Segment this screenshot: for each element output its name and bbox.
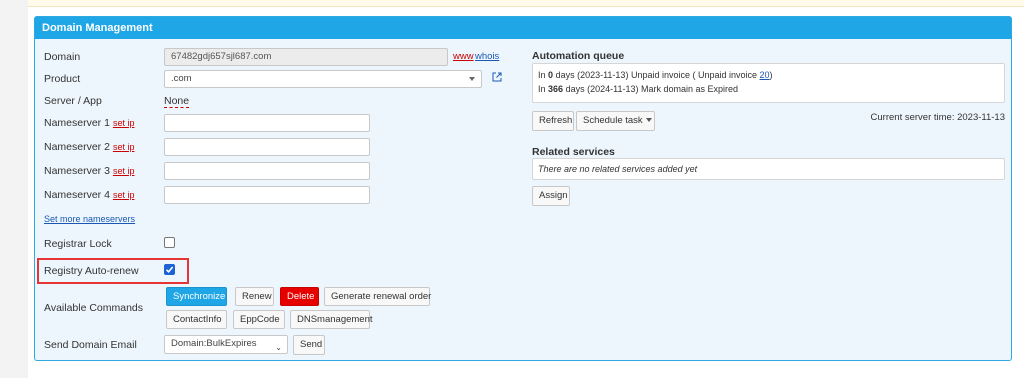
- ns2-set-ip-link[interactable]: set ip: [113, 142, 135, 152]
- server-label: Server / App: [44, 95, 102, 107]
- contactinfo-button[interactable]: ContactInfo: [166, 310, 227, 329]
- server-time: Current server time: 2023-11-13: [870, 112, 1005, 123]
- ns1-label: Nameserver 1 set ip: [44, 117, 135, 129]
- automation-queue-title: Automation queue: [532, 50, 625, 62]
- auto-renew-label: Registry Auto-renew: [44, 265, 139, 277]
- product-value: .com: [171, 73, 192, 84]
- product-select[interactable]: .com: [164, 70, 482, 88]
- ns2-input[interactable]: [164, 138, 370, 156]
- queue-item: In 366 days (2024-11-13) Mark domain as …: [538, 84, 738, 94]
- whois-link[interactable]: whois: [475, 51, 499, 62]
- related-services-list: There are no related services added yet: [532, 158, 1005, 180]
- invoice-link[interactable]: 20: [760, 70, 770, 80]
- checkmark-icon: [165, 266, 174, 273]
- related-services-title: Related services: [532, 146, 615, 158]
- delete-button[interactable]: Delete: [280, 287, 319, 306]
- commands-label: Available Commands: [44, 302, 144, 314]
- send-email-label: Send Domain Email: [44, 339, 137, 351]
- registrar-lock-label: Registrar Lock: [44, 238, 112, 250]
- eppcode-button[interactable]: EppCode: [233, 310, 285, 329]
- send-button[interactable]: Send: [293, 335, 325, 355]
- caret-down-icon: [645, 118, 652, 123]
- email-template-value: Domain:BulkExpires: [171, 338, 257, 349]
- email-template-select[interactable]: Domain:BulkExpires ⌄: [164, 335, 288, 354]
- ns3-label: Nameserver 3 set ip: [44, 165, 135, 177]
- synchronize-button[interactable]: Synchronize: [166, 287, 227, 306]
- assign-button[interactable]: Assign: [532, 186, 570, 206]
- notice-strip: [28, 0, 1024, 7]
- ns3-set-ip-link[interactable]: set ip: [113, 166, 135, 176]
- schedule-task-button[interactable]: Schedule task: [576, 111, 655, 131]
- www-link[interactable]: www: [453, 51, 474, 62]
- panel-title: Domain Management: [35, 17, 1011, 39]
- product-label: Product: [44, 73, 81, 85]
- ns1-input[interactable]: [164, 114, 370, 132]
- external-link-icon[interactable]: [492, 72, 502, 85]
- automation-queue-list: In 0 days (2023-11-13) Unpaid invoice ( …: [532, 63, 1005, 103]
- ns4-label: Nameserver 4 set ip: [44, 189, 135, 201]
- domain-field[interactable]: 67482gdj657sjl687.com: [164, 48, 448, 66]
- renew-button[interactable]: Renew: [235, 287, 274, 306]
- registrar-lock-checkbox[interactable]: [164, 237, 175, 248]
- domain-label: Domain: [44, 51, 81, 63]
- queue-item: In 0 days (2023-11-13) Unpaid invoice ( …: [538, 70, 773, 80]
- refresh-button[interactable]: Refresh: [532, 111, 574, 131]
- ns2-label: Nameserver 2 set ip: [44, 141, 135, 153]
- auto-renew-checkbox[interactable]: [164, 264, 175, 275]
- content-area: Domain Management Domain 67482gdj657sjl6…: [28, 7, 1024, 378]
- generate-renewal-order-button[interactable]: Generate renewal order: [324, 287, 431, 306]
- chevron-down-icon: ⌄: [275, 343, 282, 352]
- chevron-down-icon: [469, 77, 475, 81]
- server-value[interactable]: None: [164, 95, 190, 108]
- ns4-input[interactable]: [164, 186, 370, 204]
- domain-management-panel: Domain Management Domain 67482gdj657sjl6…: [34, 16, 1012, 361]
- ns3-input[interactable]: [164, 162, 370, 180]
- set-more-nameservers-link[interactable]: Set more nameservers: [44, 214, 135, 224]
- ns4-set-ip-link[interactable]: set ip: [113, 190, 135, 200]
- ns1-set-ip-link[interactable]: set ip: [113, 118, 135, 128]
- dnsmanagement-button[interactable]: DNSmanagement: [290, 310, 373, 329]
